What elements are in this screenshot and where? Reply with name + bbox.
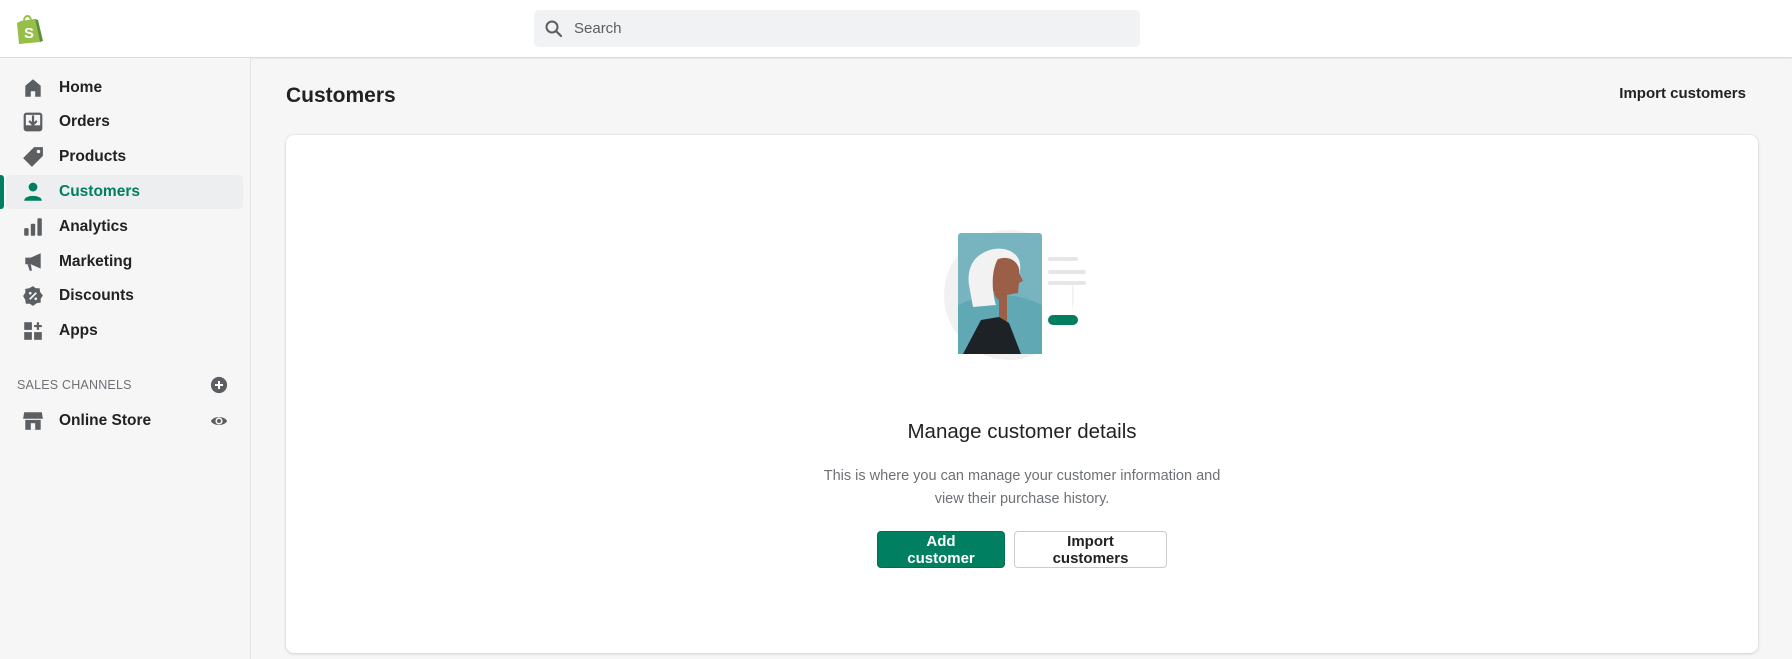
description-line: view their purchase history. [934, 491, 1110, 507]
sidebar-item-analytics[interactable]: Analytics [6, 210, 243, 244]
search-placeholder: Search [574, 20, 622, 37]
page-title: Customers [286, 84, 396, 107]
discount-icon [23, 286, 43, 306]
sidebar-item-discounts[interactable]: Discounts [6, 279, 243, 313]
home-icon [25, 79, 41, 97]
bar-chart-icon [24, 218, 42, 236]
empty-state-heading: Manage customer details [907, 420, 1137, 443]
import-customers-link[interactable]: Import customers [1619, 85, 1746, 102]
top-bar: S Search [0, 0, 1792, 58]
sales-channels-heading: SALES CHANNELS [17, 378, 132, 392]
sidebar-item-marketing[interactable]: Marketing [6, 245, 243, 279]
store-icon [23, 412, 43, 430]
sidebar-item-label: Apps [59, 322, 98, 339]
svg-text:S: S [24, 25, 34, 42]
sidebar-item-label: Discounts [59, 287, 134, 304]
sidebar: Home Orders Products Customers Analytics… [0, 58, 251, 659]
sidebar-item-label: Customers [59, 183, 140, 200]
sidebar-item-home[interactable]: Home [6, 71, 243, 105]
search-input[interactable]: Search [534, 10, 1140, 47]
megaphone-icon [25, 253, 41, 271]
sidebar-item-label: Orders [59, 113, 110, 130]
person-icon [24, 182, 42, 201]
sidebar-item-customers[interactable]: Customers [6, 175, 243, 209]
apps-icon [24, 322, 42, 340]
sidebar-item-label: Analytics [59, 218, 128, 235]
tag-icon [23, 147, 43, 167]
eye-icon[interactable] [210, 412, 228, 430]
add-customer-button[interactable]: Add customer [877, 531, 1005, 568]
customer-card-illustration [944, 230, 1086, 360]
orders-icon [23, 112, 43, 132]
empty-state-actions: Add customer Import customers [286, 531, 1758, 568]
sidebar-item-orders[interactable]: Orders [6, 105, 243, 139]
sidebar-item-online-store[interactable]: Online Store [6, 404, 243, 438]
sidebar-item-label: Products [59, 148, 127, 165]
empty-state-card: Manage customer details This is where yo… [286, 135, 1758, 653]
sidebar-item-apps[interactable]: Apps [6, 314, 243, 348]
sidebar-item-label: Online Store [59, 412, 152, 429]
search-icon [545, 20, 563, 37]
description-line: This is where you can manage your custom… [823, 468, 1221, 484]
shopify-logo[interactable]: S [16, 13, 44, 45]
add-sales-channel-icon[interactable] [210, 376, 228, 394]
empty-state-description: This is where you can manage your custom… [286, 465, 1758, 511]
sidebar-item-label: Marketing [59, 253, 133, 270]
sidebar-item-products[interactable]: Products [6, 140, 243, 174]
sidebar-item-label: Home [59, 79, 103, 96]
active-indicator [0, 175, 4, 209]
import-customers-button[interactable]: Import customers [1014, 531, 1167, 568]
